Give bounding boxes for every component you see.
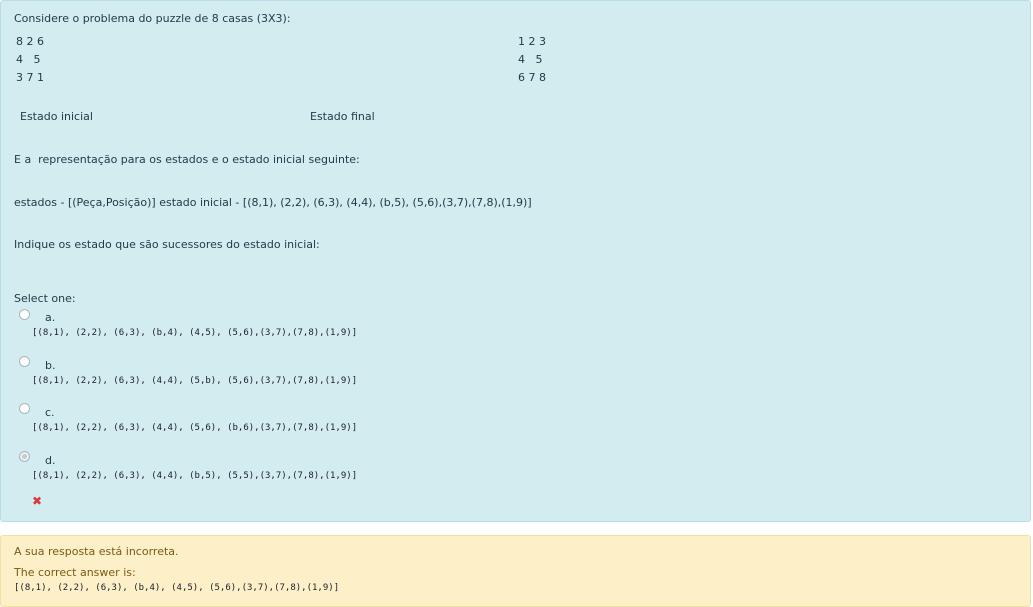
- final-state-row-2: 4 5: [518, 53, 543, 66]
- question-prompt: Indique os estado que são sucessores do …: [14, 238, 320, 251]
- incorrect-feedback: A sua resposta está incorreta.: [14, 545, 179, 558]
- radio-option-d[interactable]: [19, 451, 30, 462]
- final-state-label: Estado final: [310, 110, 375, 123]
- initial-state-row-1: 8 2 6: [16, 35, 44, 48]
- question-panel: Considere o problema do puzzle de 8 casa…: [0, 0, 1031, 522]
- correct-answer-text: [(8,1), (2,2), (6,3), (b,4), (4,5), (5,6…: [14, 583, 340, 593]
- incorrect-icon: ✖: [32, 494, 43, 508]
- initial-state-row-2: 4 5: [16, 53, 41, 66]
- question-intro: Considere o problema do puzzle de 8 casa…: [14, 12, 291, 25]
- radio-option-b[interactable]: [19, 356, 30, 367]
- option-text-b: [(8,1), (2,2), (6,3), (4,4), (5,b), (5,6…: [32, 376, 358, 386]
- option-text-d: [(8,1), (2,2), (6,3), (4,4), (b,5), (5,5…: [32, 471, 358, 481]
- states-text: estados - [(Peça,Posição)] estado inicia…: [14, 196, 532, 209]
- option-text-c: [(8,1), (2,2), (6,3), (4,4), (5,6), (b,6…: [32, 423, 358, 433]
- option-letter-d: d.: [45, 454, 56, 467]
- final-state-row-3: 6 7 8: [518, 71, 546, 84]
- option-letter-b: b.: [45, 359, 56, 372]
- correct-answer-label: The correct answer is:: [14, 566, 136, 579]
- select-one-label: Select one:: [14, 292, 76, 305]
- initial-state-row-3: 3 7 1: [16, 71, 44, 84]
- option-letter-c: c.: [45, 406, 55, 419]
- initial-state-label: Estado inicial: [20, 110, 93, 123]
- feedback-panel: A sua resposta está incorreta. The corre…: [0, 535, 1031, 607]
- radio-option-a[interactable]: [19, 309, 30, 320]
- option-letter-a: a.: [45, 311, 56, 324]
- final-state-row-1: 1 2 3: [518, 35, 546, 48]
- option-text-a: [(8,1), (2,2), (6,3), (b,4), (4,5), (5,6…: [32, 328, 358, 338]
- radio-option-c[interactable]: [19, 403, 30, 414]
- representation-text: E a representação para os estados e o es…: [14, 153, 360, 166]
